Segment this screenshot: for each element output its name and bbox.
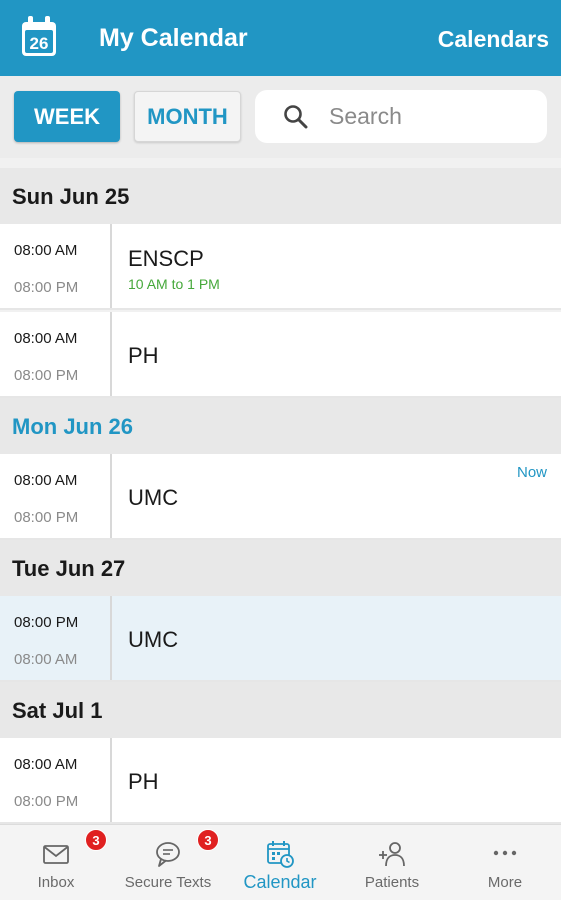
event-end-time: 08:00 PM xyxy=(14,279,79,296)
search-icon xyxy=(284,105,308,129)
event-start-time: 08:00 AM xyxy=(14,756,78,773)
day-header: Sun Jun 25 xyxy=(0,168,561,224)
tab-label: Inbox xyxy=(37,874,75,891)
envelope-icon xyxy=(43,845,69,864)
secure-texts-badge: 3 xyxy=(197,829,219,851)
week-view-button[interactable]: WEEK xyxy=(14,91,120,142)
event-end-time: 08:00 PM xyxy=(14,793,79,810)
bottom-tab-bar: 3 Inbox 3 Secure Texts Calendar Patients… xyxy=(0,824,561,900)
tab-label: More xyxy=(487,874,523,891)
day-header-label: Mon Jun 26 xyxy=(12,414,134,439)
day-header-label: Tue Jun 27 xyxy=(12,556,126,581)
event-row[interactable]: 08:00 AM 08:00 PM PH xyxy=(0,312,561,398)
day-header-today: Mon Jun 26 xyxy=(0,398,561,454)
event-times: 08:00 AM 08:00 PM xyxy=(0,312,112,396)
toolbar: WEEK MONTH xyxy=(0,76,561,158)
tab-label: Patients xyxy=(364,874,420,891)
search-box[interactable] xyxy=(255,90,547,143)
event-subtitle: 10 AM to 1 PM xyxy=(128,276,220,292)
event-start-time: 08:00 AM xyxy=(14,472,78,489)
event-row[interactable]: 08:00 PM 08:00 AM UMC xyxy=(0,596,561,682)
tab-inbox[interactable]: 3 Inbox xyxy=(0,825,112,900)
event-row[interactable]: 08:00 AM 08:00 PM PH xyxy=(0,738,561,824)
day-header: Tue Jun 27 xyxy=(0,540,561,596)
now-indicator: Now xyxy=(516,464,547,481)
tab-calendar[interactable]: Calendar xyxy=(224,825,336,900)
search-input[interactable] xyxy=(329,100,529,132)
calendars-button[interactable]: Calendars xyxy=(438,26,549,53)
tab-patients[interactable]: Patients xyxy=(336,825,448,900)
event-end-time: 08:00 PM xyxy=(14,509,79,526)
day-header: Sat Jul 1 xyxy=(0,682,561,738)
chat-bubble-icon xyxy=(156,842,180,867)
tab-more[interactable]: More xyxy=(449,825,561,900)
event-name: UMC xyxy=(128,627,179,652)
tab-label: Calendar xyxy=(243,872,317,892)
event-row[interactable]: 08:00 AM 08:00 PM UMC Now xyxy=(0,454,561,540)
event-end-time: 08:00 AM xyxy=(14,651,78,668)
event-start-time: 08:00 AM xyxy=(14,330,78,347)
event-times: 08:00 AM 08:00 PM xyxy=(0,738,112,822)
calendar-icon-day: 26 xyxy=(30,34,49,53)
event-times: 08:00 AM 08:00 PM xyxy=(0,454,112,538)
event-name: ENSCP xyxy=(128,246,204,271)
event-name: PH xyxy=(128,769,159,794)
tab-label: Secure Texts xyxy=(124,874,212,891)
event-row[interactable]: 08:00 AM 08:00 PM ENSCP 10 AM to 1 PM xyxy=(0,224,561,310)
event-name: PH xyxy=(128,343,159,368)
event-name: UMC xyxy=(128,485,179,510)
event-start-time: 08:00 PM xyxy=(14,614,79,631)
day-header-label: Sun Jun 25 xyxy=(12,184,130,209)
event-times: 08:00 PM 08:00 AM xyxy=(0,596,112,680)
calendar-icon[interactable]: 26 xyxy=(20,16,58,58)
page-title: My Calendar xyxy=(99,24,248,52)
add-person-icon xyxy=(379,842,405,867)
event-end-time: 08:00 PM xyxy=(14,367,79,384)
more-dots-icon xyxy=(493,850,517,856)
inbox-badge: 3 xyxy=(85,829,107,851)
calendar-clock-icon xyxy=(267,841,294,868)
event-start-time: 08:00 AM xyxy=(14,242,78,259)
app-bar: 26 My Calendar Calendars xyxy=(0,0,561,76)
event-times: 08:00 AM 08:00 PM xyxy=(0,224,112,308)
month-view-button[interactable]: MONTH xyxy=(134,91,241,142)
tab-secure-texts[interactable]: 3 Secure Texts xyxy=(112,825,224,900)
day-header-label: Sat Jul 1 xyxy=(12,698,103,723)
